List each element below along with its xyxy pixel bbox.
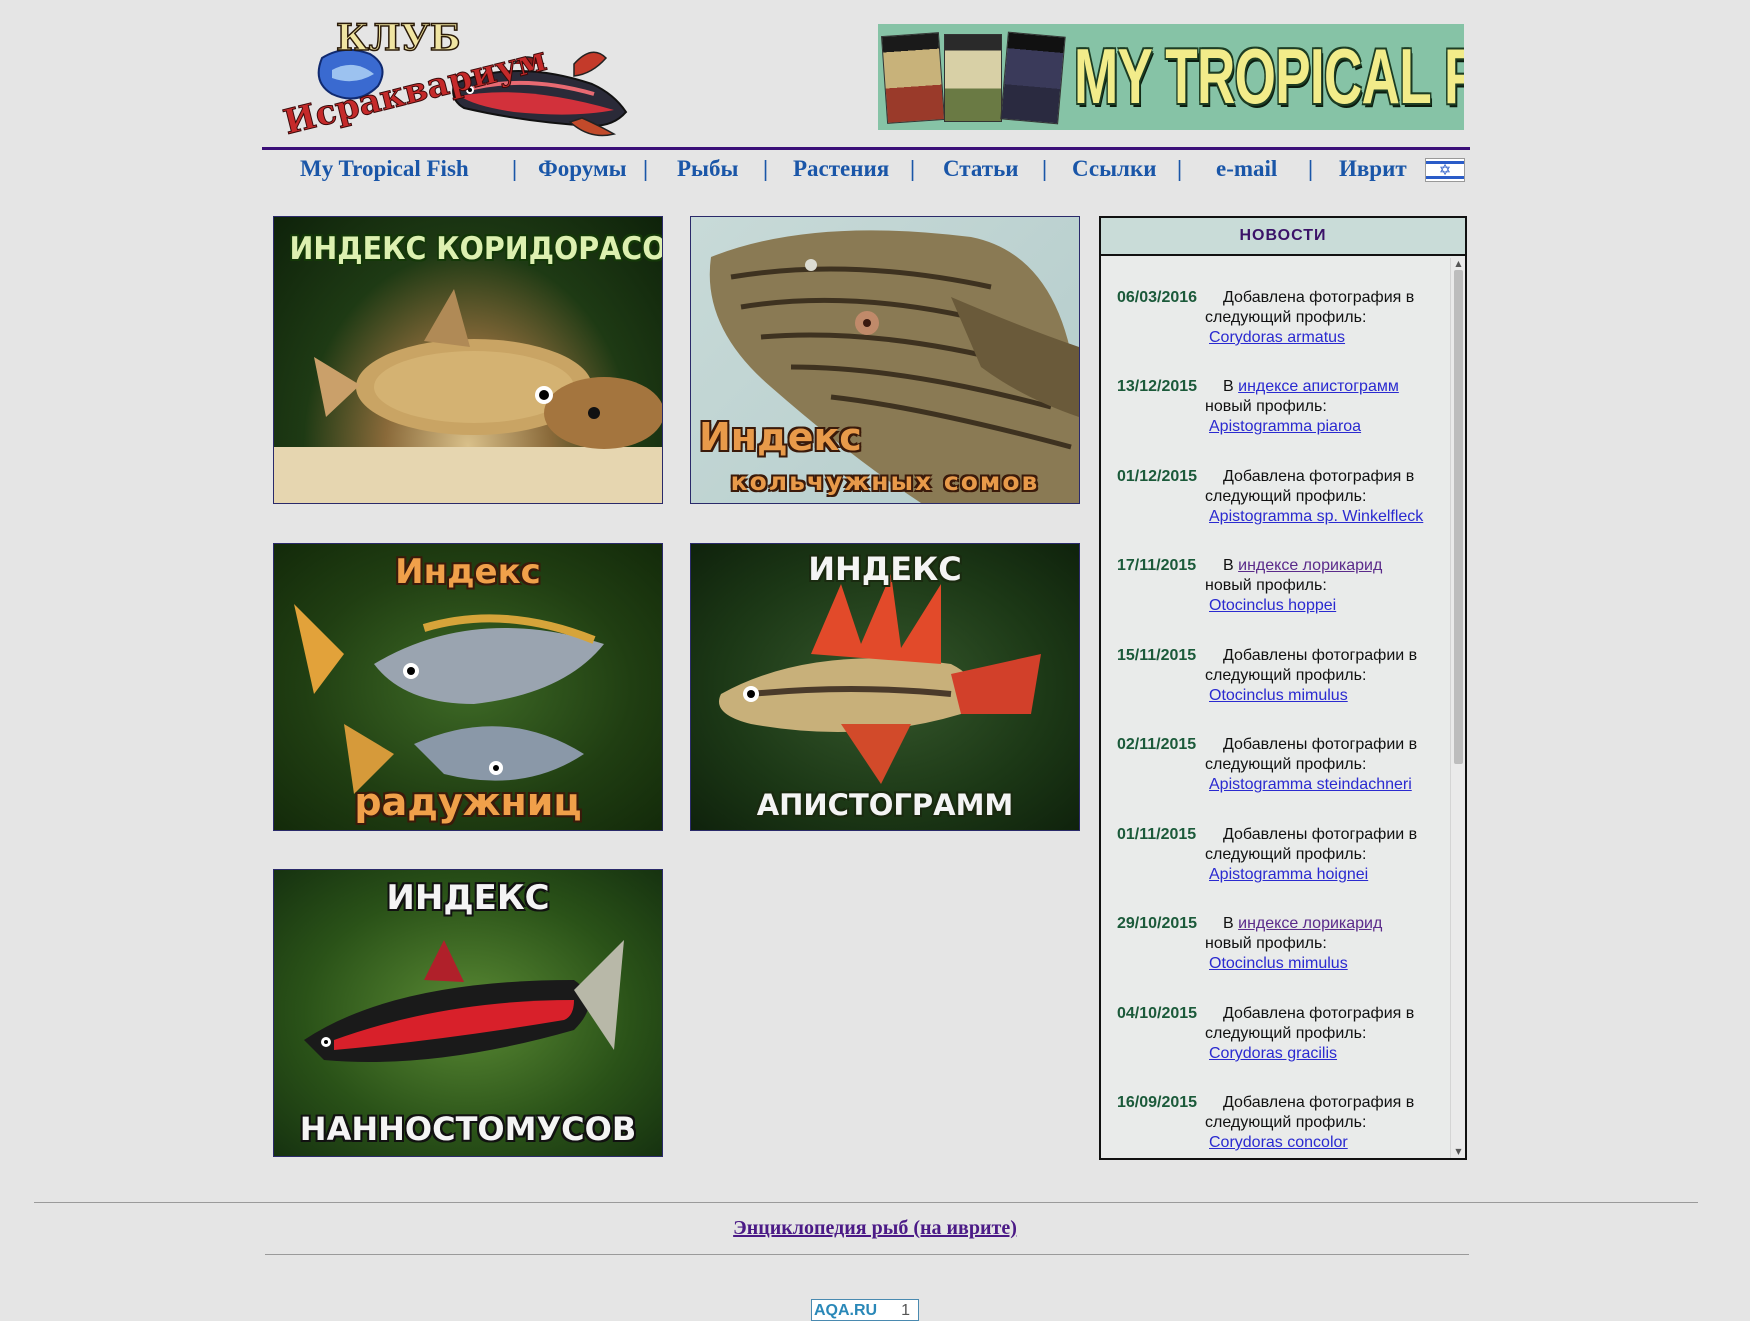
nav-my-tropical-fish[interactable]: My Tropical Fish (300, 154, 469, 184)
nav-plants[interactable]: Растения (793, 154, 889, 184)
nav-hebrew[interactable]: Иврит (1339, 154, 1407, 184)
news-date: 16/09/2015 (1117, 1094, 1198, 1111)
tile-caption: кольчужных сомов (730, 467, 1040, 496)
header-divider (262, 147, 1470, 150)
israel-flag-icon[interactable]: ✡ (1425, 158, 1465, 182)
tile-caption: ИНДЕКС (386, 878, 550, 918)
news-index-link[interactable]: индексе лорикарид (1238, 557, 1382, 574)
news-index-link[interactable]: индексе лорикарид (1238, 915, 1382, 932)
news-index-link[interactable]: индексе апистограмм (1238, 378, 1399, 395)
news-date: 13/12/2015 (1117, 378, 1198, 395)
news-profile-link[interactable]: Otocinclus mimulus (1209, 686, 1348, 706)
footer-divider (34, 1202, 1698, 1203)
news-panel: НОВОСТИ 06/03/2016 Добавлена фотография … (1099, 216, 1467, 1160)
news-title: НОВОСТИ (1101, 218, 1465, 256)
news-profile-link[interactable]: Apistogramma piaroa (1209, 417, 1361, 437)
news-list[interactable]: 06/03/2016 Добавлена фотография в следующ… (1101, 258, 1451, 1158)
news-text: Добавлена фотография в следующий профиль: (1205, 1094, 1415, 1131)
nav-separator: | (763, 156, 769, 181)
tile-corydoras-index[interactable]: ИНДЕКС КОРИДОРАСОВ (273, 216, 663, 504)
news-date: 01/12/2015 (1117, 468, 1198, 485)
tile-caption: Индекс (699, 415, 862, 459)
nav-separator: | (1177, 156, 1183, 181)
scrollbar-thumb[interactable] (1454, 270, 1463, 764)
logo-fish-icon: КЛУБ Исраквариум (279, 16, 628, 143)
svg-text:КЛУБ: КЛУБ (336, 17, 461, 59)
nav-separator: | (1042, 156, 1048, 181)
nav-articles[interactable]: Статьи (943, 154, 1019, 184)
tile-caption: НАННОСТОМУСОВ (299, 1110, 637, 1148)
footer-divider (265, 1254, 1469, 1255)
news-profile-link[interactable]: Corydoras concolor (1209, 1133, 1348, 1153)
site-logo[interactable]: КЛУБ Исраквариум (274, 14, 642, 144)
encyclopedia-link[interactable]: Энциклопедия рыб (на иврите) (0, 1217, 1750, 1240)
nav-email[interactable]: e-mail (1216, 154, 1277, 184)
news-date: 17/11/2015 (1117, 557, 1197, 574)
news-profile-link[interactable]: Apistogramma sp. Winkelfleck (1209, 507, 1423, 527)
counter-label: AQA.RU (814, 1302, 878, 1319)
banner-title: MY TROPICAL FISH (1074, 32, 1464, 120)
nav-separator: | (512, 156, 518, 181)
news-date: 02/11/2015 (1117, 736, 1197, 753)
counter-value: 1 (901, 1302, 910, 1319)
news-text: Добавлены фотографии в следующий профиль: (1205, 826, 1418, 863)
my-tropical-fish-banner[interactable]: MY TROPICAL FISH (878, 24, 1464, 130)
news-date: 04/10/2015 (1117, 1005, 1198, 1022)
tile-caption: ИНДЕКС КОРИДОРАСОВ (289, 231, 663, 267)
news-text: В индексе апистограмм новый профиль: (1205, 378, 1399, 415)
nav-separator: | (1308, 156, 1314, 181)
tile-loricariid-index[interactable]: Индекс кольчужных сомов (690, 216, 1080, 504)
tile-caption: АПИСТОГРАММ (756, 788, 1014, 822)
tile-rainbowfish-index[interactable]: Индекс радужниц (273, 543, 663, 831)
news-text: В индексе лорикарид новый профиль: (1205, 915, 1383, 952)
news-profile-link[interactable]: Otocinclus mimulus (1209, 954, 1348, 974)
pleco-fish-icon (709, 230, 1079, 503)
nav-fish[interactable]: Рыбы (677, 154, 738, 184)
tile-apistogramma-index[interactable]: ИНДЕКС АПИСТОГРАММ (690, 543, 1080, 831)
tile-caption: Индекс (395, 552, 541, 592)
aqa-counter-badge[interactable]: AQA.RU 1 (811, 1299, 919, 1321)
tile-caption: ИНДЕКС (808, 550, 962, 588)
news-date: 06/03/2016 (1117, 289, 1198, 306)
nav-separator: | (910, 156, 916, 181)
scroll-up-arrow-icon[interactable]: ▲ (1454, 260, 1463, 268)
news-text: Добавлена фотография в следующий профиль: (1205, 1005, 1415, 1042)
news-text: Добавлены фотографии в следующий профиль: (1205, 647, 1418, 684)
news-text: Добавлены фотографии в следующий профиль: (1205, 736, 1418, 773)
news-profile-link[interactable]: Corydoras gracilis (1209, 1044, 1337, 1064)
news-profile-link[interactable]: Apistogramma hoignei (1209, 865, 1368, 885)
news-date: 01/11/2015 (1117, 826, 1197, 843)
news-profile-link[interactable]: Apistogramma steindachneri (1209, 775, 1412, 795)
news-scrollbar[interactable]: ▲ ▼ (1450, 258, 1465, 1158)
news-profile-link[interactable]: Otocinclus hoppei (1209, 596, 1336, 616)
news-date: 29/10/2015 (1117, 915, 1198, 932)
magazine-covers (880, 28, 1070, 126)
nav-separator: | (643, 156, 649, 181)
news-profile-link[interactable]: Corydoras armatus (1209, 328, 1345, 348)
news-date: 15/11/2015 (1117, 647, 1197, 664)
scroll-down-arrow-icon[interactable]: ▼ (1454, 1148, 1463, 1156)
nav-links[interactable]: Ссылки (1072, 154, 1156, 184)
nav-forums[interactable]: Форумы (538, 154, 627, 184)
tile-caption: радужниц (354, 780, 582, 824)
news-text: Добавлена фотография в следующий профиль: (1205, 289, 1415, 326)
main-nav: My Tropical Fish | Форумы | Рыбы | Расте… (262, 154, 1470, 188)
tile-nannostomus-index[interactable]: ИНДЕКС НАННОСТОМУСОВ (273, 869, 663, 1157)
news-text: Добавлена фотография в следующий профиль: (1205, 468, 1415, 505)
news-text: В индексе лорикарид новый профиль: (1205, 557, 1383, 594)
